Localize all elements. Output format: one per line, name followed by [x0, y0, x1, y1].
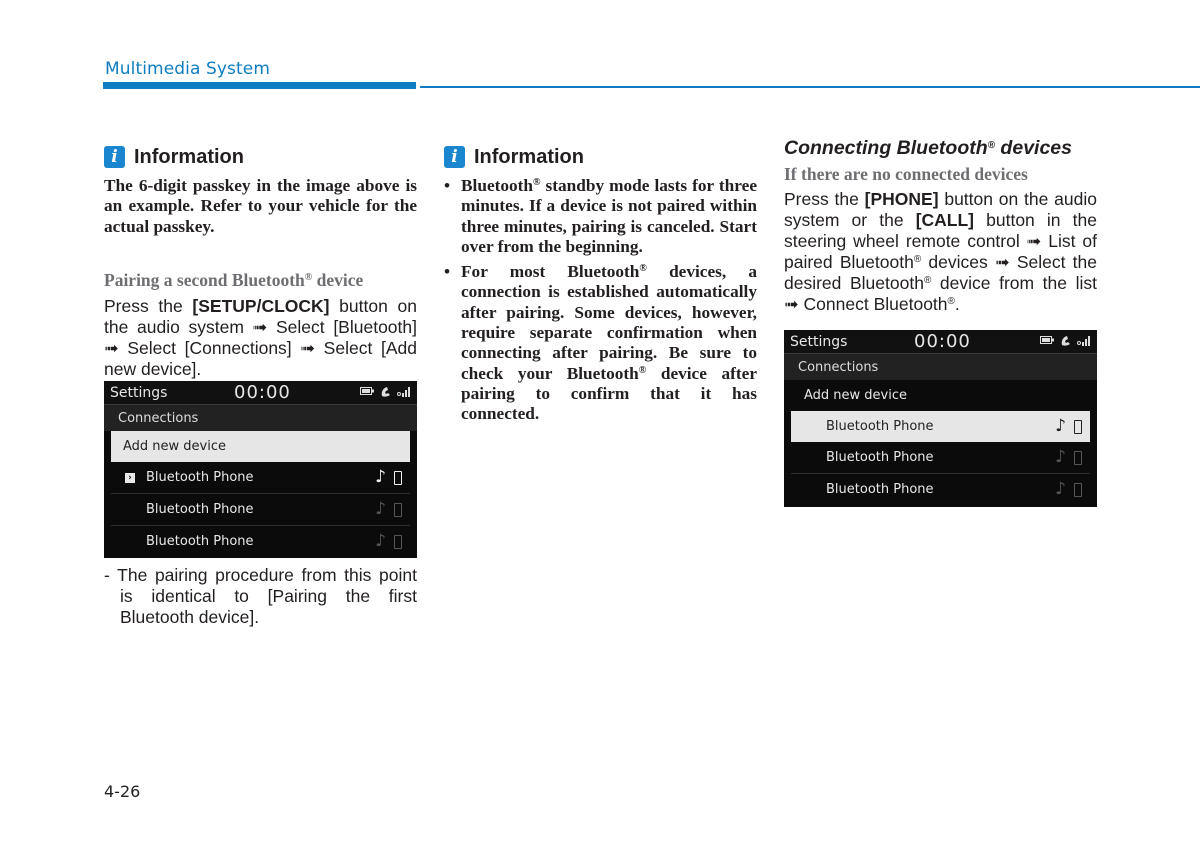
connecting-instructions: Press the [PHONE] button on the audio sy… — [784, 189, 1097, 314]
phone-icon — [1074, 482, 1082, 497]
list-item[interactable]: Bluetooth Phone ♪ — [791, 411, 1090, 442]
add-new-device-item[interactable]: Add new device — [791, 380, 1090, 411]
list-item[interactable]: Bluetooth Phone ♪ — [111, 494, 410, 526]
page-number: 4-26 — [104, 782, 141, 801]
music-note-icon: ♪ — [1055, 447, 1066, 467]
battery-icon — [1040, 336, 1054, 347]
screen-status-bar: Settings 00:00 — [104, 381, 417, 405]
signal-icon — [397, 386, 411, 400]
list-item[interactable]: Bluetooth Phone ♪ — [791, 442, 1090, 474]
phone-call-icon — [380, 386, 391, 400]
subheading-no-connected: If there are no connected devices — [784, 164, 1028, 184]
chevron-right-icon: › — [125, 472, 135, 483]
column-3: Connecting Bluetooth® devices If there a… — [784, 137, 1097, 315]
add-new-device-item[interactable]: Add new device — [111, 431, 410, 462]
list-item[interactable]: › Bluetooth Phone ♪ — [111, 462, 410, 494]
list-item[interactable]: Bluetooth Phone ♪ — [111, 526, 410, 557]
phone-icon — [394, 534, 402, 549]
section-title-connecting: Connecting Bluetooth® devices — [784, 137, 1072, 159]
signal-icon — [1077, 335, 1091, 349]
music-note-icon: ♪ — [375, 499, 386, 519]
music-note-icon: ♪ — [375, 531, 386, 551]
head-unit-screen-1: Settings 00:00 Connections Add new devic… — [104, 381, 417, 558]
music-note-icon: ♪ — [375, 467, 386, 487]
phone-icon — [394, 470, 402, 485]
bullet-item: Bluetooth® standby mode lasts for three … — [444, 176, 757, 257]
screen-clock: 00:00 — [914, 331, 971, 352]
list-item[interactable]: Bluetooth Phone ♪ — [791, 474, 1090, 505]
bullet-item: For most Bluetooth® devices, a connectio… — [444, 262, 757, 424]
screen-subtitle: Connections — [784, 354, 1097, 380]
information-icon: i — [104, 146, 125, 168]
info-title: Information — [474, 145, 584, 168]
info-heading: i Information — [444, 144, 757, 170]
section-header-title: Multimedia System — [105, 59, 271, 79]
pairing-instructions: Press the [SETUP/CLOCK] button on the au… — [104, 295, 417, 379]
header-rule-thick — [103, 82, 416, 89]
battery-icon — [360, 387, 374, 398]
information-icon: i — [444, 146, 465, 168]
screen-title: Settings — [790, 333, 848, 350]
phone-icon — [1074, 419, 1082, 434]
info-title: Information — [134, 145, 244, 168]
phone-call-icon — [1060, 335, 1071, 349]
screen-subtitle: Connections — [104, 405, 417, 431]
info-bullets: Bluetooth® standby mode lasts for three … — [444, 176, 757, 425]
pairing-note: - The pairing procedure from this point … — [104, 565, 417, 627]
screen-clock: 00:00 — [234, 382, 291, 403]
screen-status-bar: Settings 00:00 — [784, 330, 1097, 354]
phone-icon — [1074, 450, 1082, 465]
info-text: The 6-digit passkey in the image above i… — [104, 176, 417, 236]
music-note-icon: ♪ — [1055, 479, 1066, 499]
header-rule-thin — [420, 86, 1200, 88]
head-unit-screen-2: Settings 00:00 Connections Add new devic… — [784, 330, 1097, 507]
subheading-pairing-second: Pairing a second Bluetooth® device — [104, 269, 364, 290]
phone-icon — [394, 502, 402, 517]
column-2: i Information Bluetooth® standby mode la… — [444, 144, 757, 430]
music-note-icon: ♪ — [1055, 416, 1066, 436]
info-heading: i Information — [104, 144, 417, 170]
column-1: i Information The 6-digit passkey in the… — [104, 144, 417, 380]
screen-title: Settings — [110, 384, 168, 401]
